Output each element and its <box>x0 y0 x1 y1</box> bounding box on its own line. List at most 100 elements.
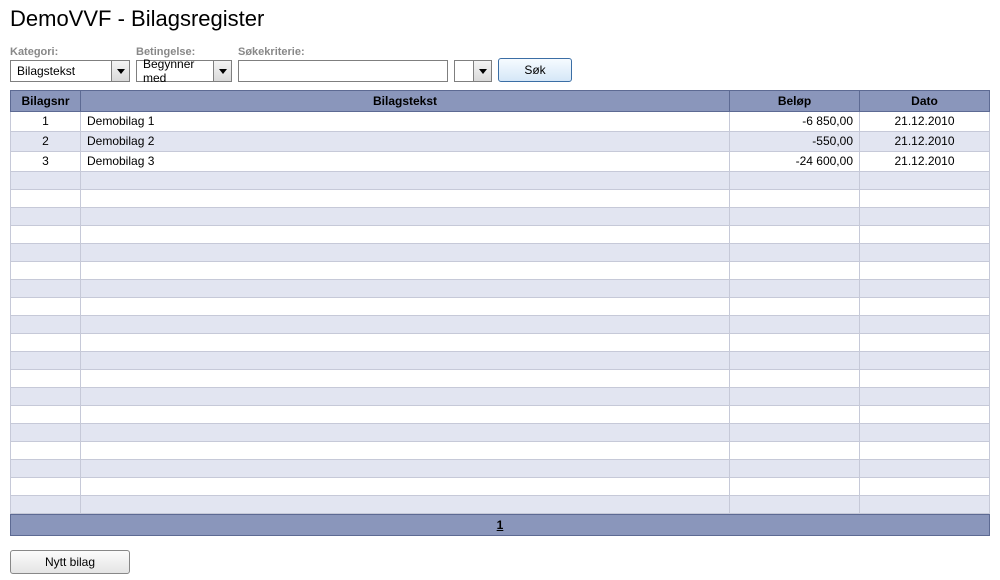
cell-nr <box>11 352 81 370</box>
chevron-down-icon[interactable] <box>473 61 491 81</box>
page-title: DemoVVF - Bilagsregister <box>10 6 990 32</box>
cell-text: Demobilag 1 <box>81 112 730 132</box>
table-row[interactable]: 3Demobilag 3-24 600,0021.12.2010 <box>11 152 990 172</box>
table-row[interactable] <box>11 478 990 496</box>
extra-select[interactable] <box>454 60 492 82</box>
table-row[interactable] <box>11 424 990 442</box>
cell-date <box>860 316 990 334</box>
cell-text <box>81 298 730 316</box>
cell-text <box>81 226 730 244</box>
betingelse-select[interactable]: Begynner med <box>136 60 232 82</box>
kategori-select[interactable]: Bilagstekst <box>10 60 130 82</box>
table-row[interactable] <box>11 208 990 226</box>
cell-date <box>860 496 990 514</box>
table-row[interactable] <box>11 298 990 316</box>
cell-text: Demobilag 2 <box>81 132 730 152</box>
cell-nr <box>11 190 81 208</box>
table-row[interactable] <box>11 244 990 262</box>
cell-text <box>81 208 730 226</box>
cell-text <box>81 334 730 352</box>
chevron-down-icon[interactable] <box>213 61 231 81</box>
cell-nr: 2 <box>11 132 81 152</box>
cell-amount: -550,00 <box>730 132 860 152</box>
table-row[interactable] <box>11 442 990 460</box>
table-row[interactable] <box>11 352 990 370</box>
table-row[interactable]: 2Demobilag 2-550,0021.12.2010 <box>11 132 990 152</box>
cell-nr <box>11 334 81 352</box>
col-header-amount[interactable]: Beløp <box>730 91 860 112</box>
table-row[interactable] <box>11 406 990 424</box>
cell-nr <box>11 226 81 244</box>
kategori-label: Kategori: <box>10 46 130 58</box>
pager-page-link[interactable]: 1 <box>497 518 504 532</box>
table-row[interactable]: 1Demobilag 1-6 850,0021.12.2010 <box>11 112 990 132</box>
table-row[interactable] <box>11 496 990 514</box>
cell-text <box>81 478 730 496</box>
table-row[interactable] <box>11 334 990 352</box>
cell-date <box>860 172 990 190</box>
col-header-date[interactable]: Dato <box>860 91 990 112</box>
cell-amount <box>730 406 860 424</box>
betingelse-value: Begynner med <box>137 61 213 81</box>
cell-text <box>81 262 730 280</box>
cell-text <box>81 406 730 424</box>
nytt-bilag-button[interactable]: Nytt bilag <box>10 550 130 574</box>
cell-nr <box>11 406 81 424</box>
table-row[interactable] <box>11 262 990 280</box>
table-header-row: Bilagsnr Bilagstekst Beløp Dato <box>11 91 990 112</box>
cell-nr <box>11 298 81 316</box>
chevron-down-icon[interactable] <box>111 61 129 81</box>
cell-text <box>81 424 730 442</box>
cell-amount <box>730 244 860 262</box>
cell-text <box>81 280 730 298</box>
col-header-nr[interactable]: Bilagsnr <box>11 91 81 112</box>
pager: 1 <box>10 514 990 536</box>
cell-date <box>860 424 990 442</box>
cell-nr <box>11 172 81 190</box>
sokekriterie-input[interactable] <box>238 60 448 82</box>
cell-date <box>860 244 990 262</box>
cell-amount: -6 850,00 <box>730 112 860 132</box>
cell-date <box>860 406 990 424</box>
table-row[interactable] <box>11 388 990 406</box>
table-row[interactable] <box>11 370 990 388</box>
cell-text <box>81 388 730 406</box>
cell-amount <box>730 172 860 190</box>
cell-date <box>860 352 990 370</box>
cell-date <box>860 226 990 244</box>
cell-text <box>81 460 730 478</box>
table-row[interactable] <box>11 460 990 478</box>
cell-amount <box>730 496 860 514</box>
cell-nr: 3 <box>11 152 81 172</box>
filter-bar: Kategori: Bilagstekst Betingelse: Begynn… <box>10 46 990 82</box>
cell-amount <box>730 442 860 460</box>
sok-button[interactable]: Søk <box>498 58 572 82</box>
table-row[interactable] <box>11 226 990 244</box>
cell-date <box>860 262 990 280</box>
cell-amount <box>730 298 860 316</box>
table-row[interactable] <box>11 190 990 208</box>
cell-amount <box>730 478 860 496</box>
kategori-value: Bilagstekst <box>11 61 111 81</box>
betingelse-field: Betingelse: Begynner med <box>136 46 232 82</box>
cell-amount <box>730 280 860 298</box>
table-row[interactable] <box>11 316 990 334</box>
cell-date: 21.12.2010 <box>860 152 990 172</box>
extra-select-value <box>455 61 473 81</box>
cell-amount <box>730 316 860 334</box>
cell-amount <box>730 424 860 442</box>
cell-text <box>81 316 730 334</box>
cell-text <box>81 496 730 514</box>
table-body: 1Demobilag 1-6 850,0021.12.20102Demobila… <box>11 112 990 514</box>
cell-date <box>860 190 990 208</box>
cell-nr <box>11 208 81 226</box>
cell-date <box>860 478 990 496</box>
table-row[interactable] <box>11 280 990 298</box>
cell-nr <box>11 460 81 478</box>
cell-nr <box>11 370 81 388</box>
cell-date <box>860 388 990 406</box>
col-header-text[interactable]: Bilagstekst <box>81 91 730 112</box>
cell-text <box>81 352 730 370</box>
cell-nr <box>11 478 81 496</box>
table-row[interactable] <box>11 172 990 190</box>
